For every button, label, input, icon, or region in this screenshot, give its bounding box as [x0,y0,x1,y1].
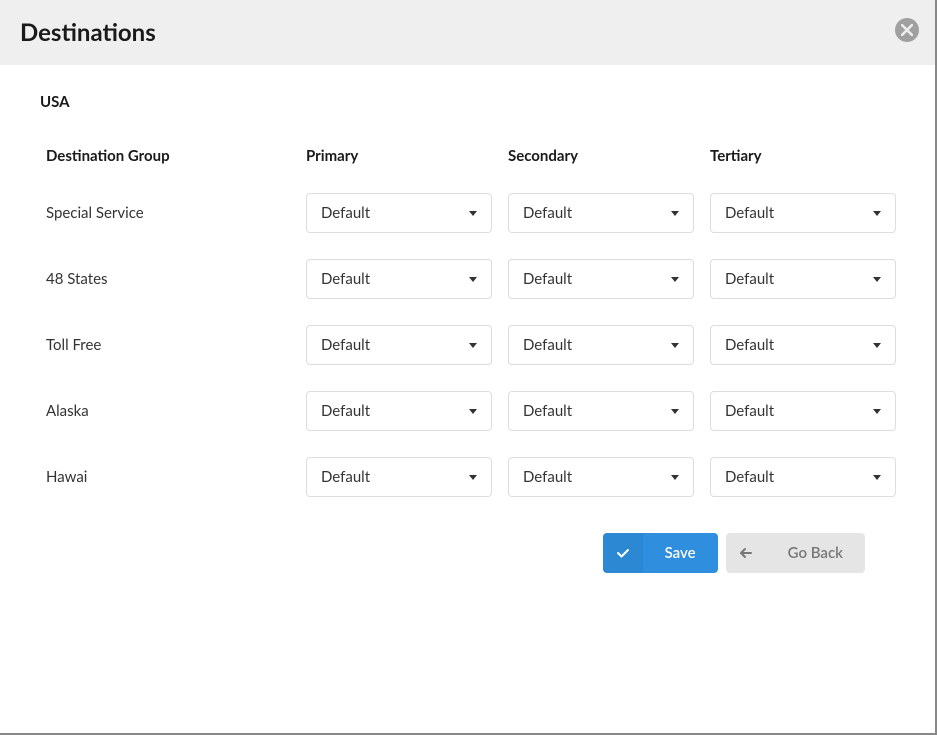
chevron-down-icon [873,343,881,348]
chevron-down-icon [671,409,679,414]
dropdown-value: Default [725,468,774,486]
chevron-down-icon [469,409,477,414]
dropdown-primary: Default [306,193,492,233]
dropdown-value: Default [321,270,370,288]
table-row: Toll Free Default Default Default [40,325,895,365]
dropdown-value: Default [725,204,774,222]
col-header-group: Destination Group [46,147,306,165]
arrow-left-icon [726,533,766,573]
check-icon [603,533,643,573]
table-row: 48 States Default Default Default [40,259,895,299]
dropdown-value: Default [321,402,370,420]
chevron-down-icon [671,343,679,348]
dropdown-button[interactable]: Default [710,457,896,497]
dropdown-button[interactable]: Default [508,325,694,365]
dropdown-tertiary: Default [710,391,896,431]
close-icon [901,24,913,36]
col-header-secondary: Secondary [508,147,710,165]
dropdown-secondary: Default [508,457,694,497]
chevron-down-icon [469,343,477,348]
col-header-tertiary: Tertiary [710,147,912,165]
dropdown-tertiary: Default [710,325,896,365]
table-row: Special Service Default Default Default [40,193,895,233]
dropdown-primary: Default [306,259,492,299]
dropdown-button[interactable]: Default [710,391,896,431]
dropdown-secondary: Default [508,259,694,299]
dropdown-value: Default [523,204,572,222]
dropdown-button[interactable]: Default [508,391,694,431]
dropdown-button[interactable]: Default [710,193,896,233]
region-title: USA [40,93,895,111]
dropdown-tertiary: Default [710,457,896,497]
dropdown-button[interactable]: Default [306,259,492,299]
dropdown-button[interactable]: Default [306,457,492,497]
dropdown-button[interactable]: Default [508,259,694,299]
chevron-down-icon [671,211,679,216]
dropdown-secondary: Default [508,193,694,233]
dropdown-primary: Default [306,457,492,497]
chevron-down-icon [469,277,477,282]
col-header-primary: Primary [306,147,508,165]
dropdown-value: Default [725,402,774,420]
save-button[interactable]: Save [603,533,718,573]
dropdown-value: Default [321,468,370,486]
content-area: USA Destination Group Primary Secondary … [0,65,935,593]
dropdown-value: Default [523,468,572,486]
dropdown-value: Default [321,204,370,222]
dropdown-button[interactable]: Default [306,325,492,365]
chevron-down-icon [671,475,679,480]
dropdown-value: Default [523,402,572,420]
row-label: Alaska [46,402,306,420]
dropdown-value: Default [725,270,774,288]
dropdown-button[interactable]: Default [508,193,694,233]
chevron-down-icon [873,277,881,282]
page-header: Destinations [0,0,935,65]
chevron-down-icon [873,211,881,216]
dropdown-secondary: Default [508,391,694,431]
dropdown-value: Default [523,336,572,354]
dropdown-value: Default [321,336,370,354]
go-back-button[interactable]: Go Back [726,533,865,573]
chevron-down-icon [469,211,477,216]
table-row: Alaska Default Default Default [40,391,895,431]
dropdown-primary: Default [306,391,492,431]
dropdown-button[interactable]: Default [508,457,694,497]
chevron-down-icon [469,475,477,480]
dropdown-secondary: Default [508,325,694,365]
button-row: Save Go Back [40,533,895,573]
dropdown-button[interactable]: Default [306,391,492,431]
row-label: Hawai [46,468,306,486]
go-back-button-label: Go Back [766,544,865,562]
chevron-down-icon [873,475,881,480]
dropdown-button[interactable]: Default [306,193,492,233]
dropdown-primary: Default [306,325,492,365]
row-label: Special Service [46,204,306,222]
save-button-label: Save [643,544,718,562]
dropdown-tertiary: Default [710,193,896,233]
page-title: Destinations [20,18,156,47]
dropdown-value: Default [725,336,774,354]
table-row: Hawai Default Default Default [40,457,895,497]
chevron-down-icon [671,277,679,282]
destination-table: Destination Group Primary Secondary Tert… [40,147,895,497]
dropdown-value: Default [523,270,572,288]
row-label: Toll Free [46,336,306,354]
close-button[interactable] [895,18,919,42]
chevron-down-icon [873,409,881,414]
dropdown-button[interactable]: Default [710,259,896,299]
dropdown-button[interactable]: Default [710,325,896,365]
table-header: Destination Group Primary Secondary Tert… [40,147,895,165]
dropdown-tertiary: Default [710,259,896,299]
row-label: 48 States [46,270,306,288]
